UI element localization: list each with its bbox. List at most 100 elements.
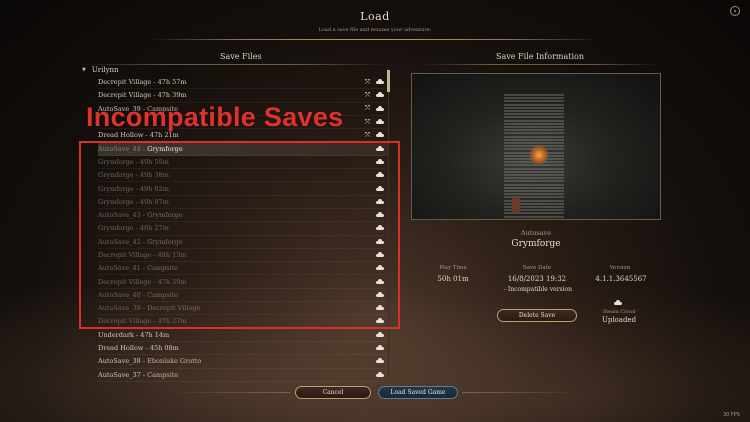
move-icon[interactable]: ⤧	[364, 78, 371, 86]
stair-step	[504, 190, 564, 192]
save-row[interactable]: Decrepit Village - 47h 57m ⤧	[98, 76, 388, 90]
header-divider	[150, 39, 600, 40]
save-name: AutoSave_37 -	[98, 370, 148, 379]
profile-name: Urilynn	[91, 66, 119, 74]
save-files-underline	[80, 64, 390, 65]
stair-step	[504, 138, 564, 141]
save-row[interactable]: Underdark - 47h 14m	[98, 329, 388, 342]
steam-cloud-label: Steam Cloud	[602, 309, 636, 315]
cloud-icon	[376, 345, 384, 351]
stair-step	[504, 170, 564, 173]
stair-step	[504, 122, 564, 125]
save-name: Dread Hollow - 45h 08m	[98, 344, 179, 353]
version-label: Version	[609, 265, 631, 271]
delete-save-button[interactable]: Delete Save	[497, 309, 577, 322]
stair-step	[504, 97, 564, 100]
save-row-icons	[376, 358, 384, 364]
stair-step	[504, 183, 564, 186]
footer-rule-left	[170, 392, 290, 393]
play-time-label: Play Time	[439, 265, 467, 271]
stair-step	[504, 218, 564, 219]
version-value: 4.1.1.3645567	[595, 275, 647, 283]
stair-step	[504, 142, 564, 144]
save-row[interactable]: Dread Hollow - 45h 08m	[98, 342, 388, 356]
play-time-value: 50h 01m	[437, 275, 469, 283]
save-date-label: Save Date	[522, 265, 552, 271]
cloud-icon	[376, 371, 384, 377]
save-name: Decrepit Village - 47h 39m	[98, 91, 187, 100]
save-row-icons: ⤧	[364, 78, 384, 86]
save-row-icons: ⤧	[364, 118, 384, 126]
cloud-icon	[376, 119, 384, 125]
stair-step	[504, 180, 564, 183]
save-location: Grymforge	[511, 239, 561, 249]
fps-counter: 30 FPS	[722, 412, 740, 418]
save-info-underline	[420, 64, 660, 65]
torch-light	[530, 144, 548, 166]
cloud-icon	[376, 105, 384, 111]
save-row-label: Dread Hollow - 45h 08m	[98, 344, 179, 352]
cancel-button[interactable]: Cancel	[295, 386, 371, 399]
steam-cloud-status: Uploaded	[601, 316, 637, 324]
stair-step	[504, 186, 564, 189]
load-saved-game-button[interactable]: Load Saved Game	[378, 386, 458, 399]
stair-step	[504, 103, 564, 106]
save-row-icons: ⤧	[364, 105, 384, 112]
save-row[interactable]: AutoSave_38 - Ebonlake Grotto	[98, 355, 388, 369]
save-row-label: AutoSave_37 - Campsite	[98, 371, 178, 379]
stair-step	[504, 106, 564, 109]
cloud-icon	[376, 331, 384, 337]
page-title: Load	[360, 10, 390, 23]
save-name: Underdark - 47h 14m	[98, 330, 170, 339]
cloud-icon	[376, 79, 384, 85]
save-files-title: Save Files	[220, 52, 262, 61]
save-info-title: Save File Information	[496, 52, 585, 61]
stair-step	[504, 119, 564, 122]
save-row-icons	[376, 371, 384, 377]
stair-step	[504, 193, 564, 196]
save-type: Autosave	[520, 229, 552, 237]
move-icon[interactable]: ⤧	[364, 131, 371, 139]
stair-step	[504, 100, 564, 103]
cloud-icon	[376, 92, 384, 98]
cloud-icon	[376, 358, 384, 364]
move-icon[interactable]: ⤧	[364, 105, 371, 112]
save-row-icons	[376, 345, 384, 351]
save-preview-image	[411, 73, 661, 220]
save-row-label: Decrepit Village - 47h 57m	[98, 78, 187, 86]
overlay-caption: Incompatible Saves	[86, 102, 344, 132]
save-row-icons	[376, 331, 384, 337]
stair-step	[504, 177, 564, 180]
save-row-label: Decrepit Village - 47h 39m	[98, 91, 187, 99]
scrollbar-thumb[interactable]	[387, 70, 390, 92]
stair-step	[504, 126, 564, 128]
stair-step	[504, 135, 564, 138]
save-location-name: Campsite	[147, 370, 179, 379]
stair-step	[504, 113, 564, 116]
cloud-icon	[614, 300, 622, 305]
stair-step	[504, 110, 564, 112]
save-location-name: Ebonlake Grotto	[147, 357, 202, 366]
stair-step	[504, 116, 564, 119]
incompatible-note: - Incompatible version	[503, 286, 573, 293]
profile-header[interactable]: ▼ Urilynn	[82, 66, 119, 74]
page-subtitle: Load a save file and resume your adventu…	[318, 27, 432, 33]
save-row[interactable]: AutoSave_37 - Campsite	[98, 369, 388, 382]
stair-step	[504, 132, 564, 135]
save-row-icons: ⤧	[364, 131, 384, 139]
move-icon[interactable]: ⤧	[364, 91, 371, 99]
cloud-icon	[376, 132, 384, 138]
move-icon[interactable]: ⤧	[364, 118, 371, 126]
save-name: AutoSave_38 -	[98, 357, 148, 366]
save-row-label: Underdark - 47h 14m	[98, 331, 169, 339]
chevron-down-icon: ▼	[82, 67, 86, 73]
footer-rule-right	[462, 392, 582, 393]
character-figure	[512, 197, 520, 213]
stair-step	[504, 174, 564, 176]
stair-step	[504, 129, 564, 132]
save-date-value: 16/8/2023 19:32	[507, 275, 567, 283]
save-row-label: AutoSave_38 - Ebonlake Grotto	[98, 357, 201, 365]
stair-step	[504, 167, 564, 170]
save-row-icons: ⤧	[364, 91, 384, 99]
save-row[interactable]: Decrepit Village - 47h 39m ⤧	[98, 89, 388, 103]
